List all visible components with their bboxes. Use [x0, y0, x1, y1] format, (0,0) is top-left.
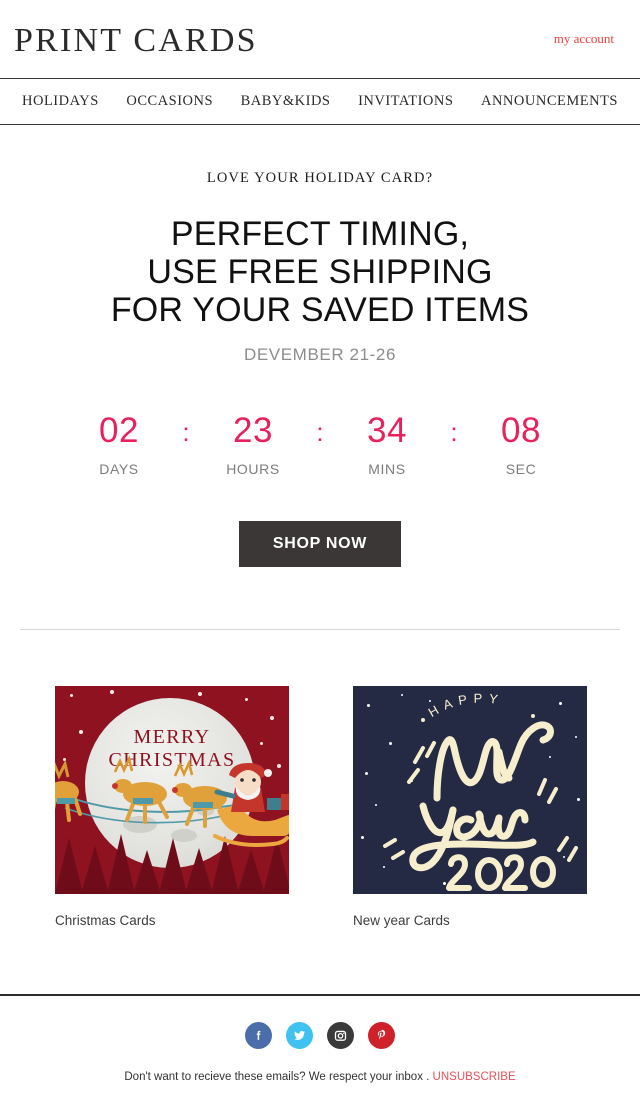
product-caption-christmas: Christmas Cards	[55, 913, 156, 928]
unsubscribe-link[interactable]: UNSUBSCRIBE	[433, 1071, 516, 1083]
nav-item-holidays[interactable]: HOLIDAYS	[22, 93, 99, 110]
countdown-unit-mins: 34 MINS	[341, 411, 433, 477]
nav-item-invitations[interactable]: INVITATIONS	[358, 93, 453, 110]
product-grid: MERRY CHRISTMAS Christmas Cards HAPPY Ne…	[0, 686, 640, 928]
nav-item-occasions[interactable]: OCCASIONS	[126, 93, 213, 110]
shop-now-button[interactable]: SHOP NOW	[238, 521, 402, 567]
brand-logo: PRINT CARDS	[14, 22, 258, 59]
countdown-timer: 02 DAYS : 23 HOURS : 34 MINS : 08 SEC	[0, 411, 640, 477]
headline-line-3: FOR YOUR SAVED ITEMS	[110, 291, 530, 329]
email-body: PRINT CARDS my account HOLIDAYS OCCASION…	[0, 0, 640, 1120]
product-caption-new-year: New year Cards	[353, 913, 450, 928]
countdown-label-mins: MINS	[368, 461, 406, 477]
email-header: PRINT CARDS my account	[0, 0, 640, 78]
new-year-lettering: HAPPY	[383, 691, 578, 891]
headline-line-2: USE FREE SHIPPING	[147, 253, 493, 291]
countdown-unit-sec: 08 SEC	[475, 411, 567, 477]
section-divider	[20, 629, 620, 630]
unsubscribe-text: Don't want to recieve these emails? We r…	[124, 1070, 430, 1083]
countdown-label-sec: SEC	[505, 461, 537, 477]
headline-line-1: PERFECT TIMING,	[170, 215, 470, 253]
new-year-card-image[interactable]: HAPPY	[353, 686, 587, 894]
countdown-separator-3: :	[450, 417, 458, 447]
pinterest-icon[interactable]	[368, 1021, 395, 1049]
product-christmas-cards[interactable]: MERRY CHRISTMAS Christmas Cards	[55, 686, 289, 928]
hero-eyebrow: LOVE YOUR HOLIDAY CARD?	[206, 170, 434, 186]
hero-section: LOVE YOUR HOLIDAY CARD? PERFECT TIMING, …	[0, 125, 640, 365]
countdown-label-hours: HOURS	[226, 461, 280, 477]
countdown-unit-days: 02 DAYS	[73, 411, 165, 477]
countdown-label-days: DAYS	[99, 461, 139, 477]
hero-headline: PERFECT TIMING, USE FREE SHIPPING FOR YO…	[0, 215, 640, 329]
my-account-link[interactable]: my account	[554, 31, 626, 47]
facebook-glyph	[256, 1030, 261, 1040]
cta-container: SHOP NOW	[0, 521, 640, 567]
countdown-value-sec: 08	[501, 411, 541, 450]
footer-divider	[0, 994, 640, 996]
unsubscribe-row: Don't want to recieve these emails? We r…	[0, 1071, 640, 1083]
social-links	[0, 1021, 640, 1049]
countdown-value-days: 02	[99, 411, 139, 450]
nav-item-baby-kids[interactable]: BABY&KIDS	[241, 93, 331, 110]
hero-date-range: DEVEMBER 21-26	[243, 345, 396, 364]
instagram-glyph	[334, 1030, 347, 1041]
nav-item-announcements[interactable]: ANNOUNCEMENTS	[481, 93, 618, 110]
twitter-glyph	[294, 1030, 306, 1040]
facebook-icon[interactable]	[245, 1021, 272, 1049]
countdown-value-mins: 34	[367, 411, 407, 450]
pinterest-glyph	[377, 1029, 386, 1039]
countdown-separator-1: :	[182, 417, 190, 447]
svg-text:HAPPY: HAPPY	[426, 691, 505, 720]
santa-sleigh-illustration	[55, 755, 289, 847]
product-new-year-cards[interactable]: HAPPY New year Cards	[353, 686, 587, 928]
countdown-value-hours: 23	[233, 411, 273, 450]
main-navigation: HOLIDAYS OCCASIONS BABY&KIDS INVITATIONS…	[0, 78, 640, 125]
twitter-icon[interactable]	[286, 1021, 313, 1049]
countdown-unit-hours: 23 HOURS	[207, 411, 299, 477]
countdown-separator-2: :	[316, 417, 324, 447]
instagram-icon[interactable]	[327, 1021, 354, 1049]
christmas-card-image[interactable]: MERRY CHRISTMAS	[55, 686, 289, 894]
